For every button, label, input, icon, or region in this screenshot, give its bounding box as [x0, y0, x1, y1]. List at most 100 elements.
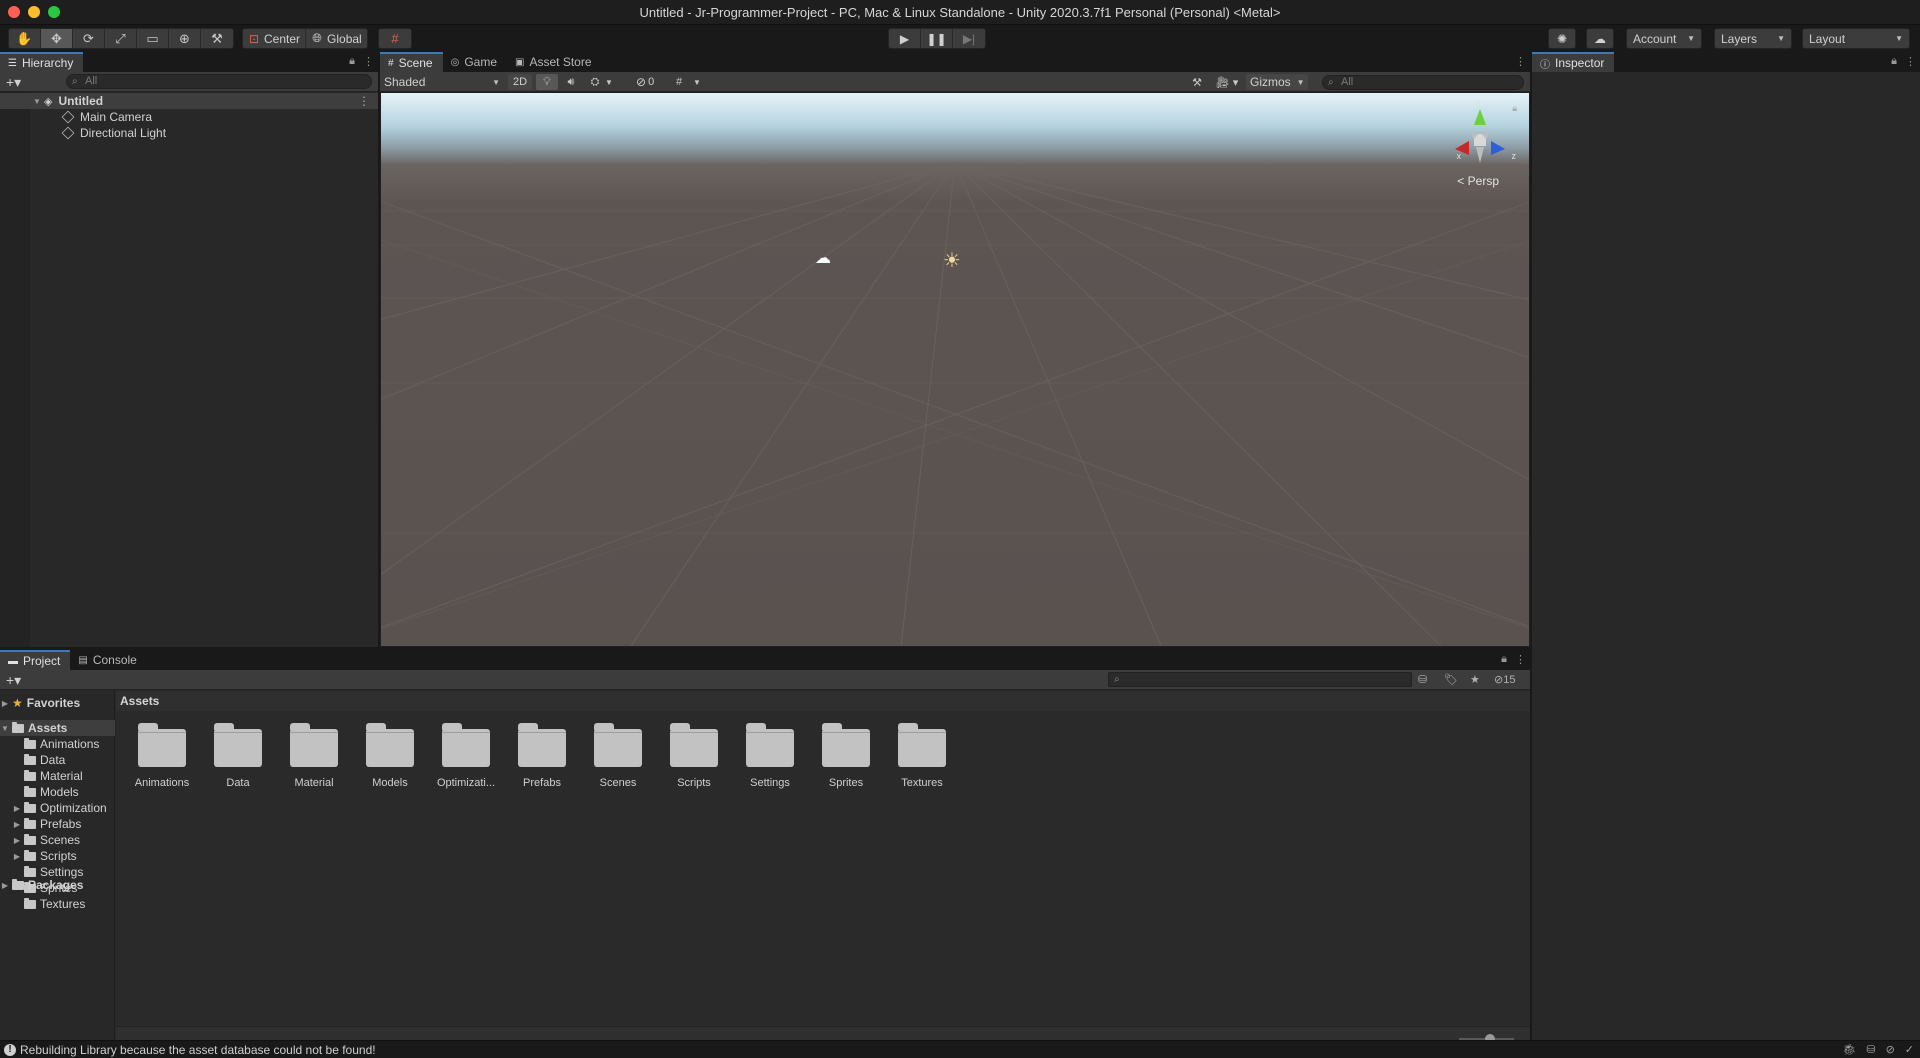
asset-folder[interactable]: Animations — [124, 721, 200, 789]
assets-root-row[interactable]: ▼ Assets — [0, 720, 115, 736]
expand-arrow-icon[interactable]: ▼ — [32, 97, 42, 106]
asset-folder[interactable]: Textures — [884, 721, 960, 789]
debug-icon[interactable]: 🐞︎ — [1842, 1043, 1856, 1056]
shading-mode-dropdown[interactable]: Shaded ▼ — [384, 74, 500, 90]
rect-tool-button[interactable]: ▭ — [137, 29, 169, 48]
collab-button[interactable]: ✺ — [1548, 28, 1576, 49]
custom-tool-button[interactable]: ⚒ — [201, 29, 233, 48]
camera-gizmo-icon[interactable]: ☁ — [815, 248, 831, 268]
project-tree-item[interactable]: Animations — [0, 736, 115, 752]
star-filter-icon[interactable]: ★ — [1470, 673, 1480, 686]
tab-scene[interactable]: # Scene — [380, 52, 443, 72]
hand-tool-button[interactable]: ✋ — [9, 29, 41, 48]
asset-folder[interactable]: Prefabs — [504, 721, 580, 789]
expand-arrow-icon[interactable]: ▶ — [0, 699, 10, 708]
hidden-packages-toggle[interactable]: ⊘15 — [1494, 673, 1515, 686]
project-search-input[interactable]: ⌕ — [1108, 672, 1412, 687]
lock-icon[interactable]: 🔒︎ — [349, 55, 355, 68]
filter-by-type-icon[interactable]: ⛁ — [1418, 673, 1427, 686]
grid-snap-button[interactable]: # — [379, 29, 411, 48]
grid-toggle[interactable]: # — [668, 74, 690, 90]
layout-dropdown[interactable]: Layout ▼ — [1802, 28, 1910, 49]
projection-toggle[interactable]: < Persp — [1457, 174, 1499, 188]
asset-folder[interactable]: Models — [352, 721, 428, 789]
toggle-2d-button[interactable]: 2D — [508, 74, 532, 90]
asset-folder[interactable]: Sprites — [808, 721, 884, 789]
create-asset-button[interactable]: +▾ — [6, 672, 21, 689]
auto-generate-lighting-icon[interactable]: ⊘ — [1886, 1043, 1895, 1056]
lock-icon[interactable]: 🔒︎ — [1891, 55, 1897, 68]
scene-root-row[interactable]: ▼ ◈ Untitled ⋮ — [0, 93, 378, 109]
gizmos-dropdown[interactable]: Gizmos ▼ — [1246, 74, 1308, 90]
expand-arrow-icon[interactable]: ▶ — [12, 804, 22, 813]
step-button[interactable]: ▶| — [953, 29, 985, 48]
project-tree-item[interactable]: ▶ Scripts — [0, 848, 115, 864]
cloud-button[interactable]: ☁ — [1586, 28, 1614, 49]
layers-dropdown[interactable]: Layers ▼ — [1714, 28, 1792, 49]
main-toolbar: ✋ ✥ ⟳ ⤢ ▭ ⊕ ⚒ ⊡ Center 🌐︎ Global # ▶ ❚❚ … — [0, 25, 1920, 52]
asset-folder[interactable]: Settings — [732, 721, 808, 789]
scene-search-input[interactable]: ⌕ All — [1322, 75, 1524, 90]
kebab-menu-icon[interactable]: ⋮ — [1905, 55, 1916, 68]
asset-folder[interactable]: Scenes — [580, 721, 656, 789]
favorites-row[interactable]: ▶ ★ Favorites — [0, 695, 115, 711]
tab-asset-store[interactable]: ▣ Asset Store — [507, 52, 601, 72]
asset-folder[interactable]: Optimizati... — [428, 721, 504, 789]
tab-game[interactable]: ◎ Game — [443, 52, 507, 72]
project-tree-item[interactable]: Models — [0, 784, 115, 800]
hierarchy-item[interactable]: Directional Light — [0, 125, 378, 141]
add-object-button[interactable]: +▾ — [6, 74, 21, 91]
rotate-tool-button[interactable]: ⟳ — [73, 29, 105, 48]
scene-viewport[interactable]: ☁ ☀ y x z 🔒︎ < Persp — [381, 93, 1529, 646]
expand-arrow-icon[interactable]: ▶ — [12, 852, 22, 861]
gizmo-lock-icon[interactable]: 🔒︎ — [1512, 103, 1517, 114]
progress-check-icon[interactable]: ✓ — [1905, 1043, 1914, 1056]
breadcrumb[interactable]: Assets — [116, 691, 1530, 711]
hidden-objects-toggle[interactable]: ⊘ 0 — [636, 74, 666, 90]
tab-console[interactable]: ▤ Console — [70, 650, 146, 670]
collapse-arrow-icon[interactable]: ▼ — [0, 724, 10, 733]
tab-inspector[interactable]: ⓘ Inspector — [1532, 52, 1615, 72]
kebab-menu-icon[interactable]: ⋮ — [363, 55, 374, 68]
play-button[interactable]: ▶ — [889, 29, 921, 48]
kebab-menu-icon[interactable]: ⋮ — [1515, 55, 1526, 68]
scene-tools-button[interactable]: ⚒ — [1186, 74, 1208, 90]
project-tree-item[interactable]: ▶ Scenes — [0, 832, 115, 848]
project-tree-item[interactable]: ▶ Optimization — [0, 800, 115, 816]
transform-tool-button[interactable]: ⊕ — [169, 29, 201, 48]
lock-icon[interactable]: 🔒︎ — [1501, 653, 1507, 666]
packages-row[interactable]: ▶ Packages — [0, 877, 115, 893]
pivot-mode-button[interactable]: ⊡ Center — [243, 29, 307, 48]
expand-arrow-icon[interactable]: ▶ — [0, 881, 10, 890]
asset-folder[interactable]: Material — [276, 721, 352, 789]
asset-folder[interactable]: Data — [200, 721, 276, 789]
asset-folder[interactable]: Scripts — [656, 721, 732, 789]
hierarchy-item[interactable]: Main Camera — [0, 109, 378, 125]
tab-project[interactable]: ▬ Project — [0, 650, 71, 670]
scale-tool-button[interactable]: ⤢ — [105, 29, 137, 48]
lighting-toggle[interactable]: 💡︎ — [536, 74, 558, 90]
project-tree-item[interactable]: Textures — [0, 896, 115, 912]
audio-toggle[interactable]: 🔊︎ — [560, 74, 582, 90]
grid-dropdown[interactable]: ▼ — [690, 74, 704, 90]
kebab-menu-icon[interactable]: ⋮ — [1515, 653, 1526, 666]
expand-arrow-icon[interactable]: ▶ — [12, 820, 22, 829]
expand-arrow-icon[interactable]: ▶ — [12, 836, 22, 845]
project-tree-item[interactable]: Material — [0, 768, 115, 784]
filter-by-label-icon[interactable]: 🏷︎ — [1444, 673, 1458, 686]
orientation-gizmo[interactable] — [1445, 101, 1515, 171]
move-tool-button[interactable]: ✥ — [41, 29, 73, 48]
directional-light-gizmo-icon[interactable]: ☀ — [943, 248, 961, 273]
pivot-space-button[interactable]: 🌐︎ Global — [306, 29, 367, 48]
status-message[interactable]: Rebuilding Library because the asset dat… — [20, 1043, 376, 1057]
account-dropdown[interactable]: Account ▼ — [1626, 28, 1702, 49]
effects-dropdown[interactable]: ▼ — [602, 74, 616, 90]
pause-button[interactable]: ❚❚ — [921, 29, 953, 48]
scene-menu-icon[interactable]: ⋮ — [358, 94, 370, 108]
hierarchy-search-input[interactable]: ⌕ All — [66, 74, 372, 89]
tab-hierarchy[interactable]: ☰ Hierarchy — [0, 52, 84, 72]
cache-server-icon[interactable]: ⛁ — [1866, 1043, 1875, 1056]
camera-settings-button[interactable]: 🎥︎ ▾ — [1212, 74, 1242, 90]
project-tree-item[interactable]: Data — [0, 752, 115, 768]
project-tree-item[interactable]: ▶ Prefabs — [0, 816, 115, 832]
